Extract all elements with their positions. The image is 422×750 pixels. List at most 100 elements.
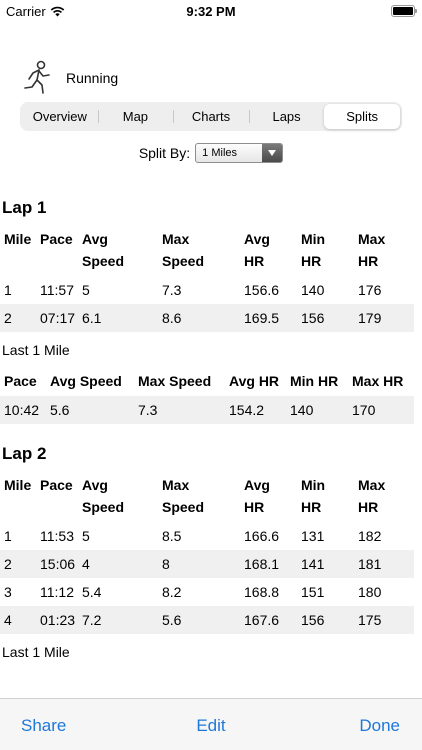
cell: 176 xyxy=(358,282,382,298)
cell: 4 xyxy=(0,606,36,634)
table-row: 4 01:23 7.2 5.6 167.6 156 175 xyxy=(0,606,414,634)
done-button[interactable]: Done xyxy=(359,716,400,736)
cell: 180 xyxy=(358,584,382,600)
cell: 179 xyxy=(354,304,414,332)
cell: 3 xyxy=(4,584,12,600)
cell: 2 xyxy=(0,550,36,578)
cell: 11:53 xyxy=(40,528,74,544)
table-row: 2 07:17 6.1 8.6 169.5 156 179 xyxy=(0,304,414,332)
tab-overview[interactable]: Overview xyxy=(22,104,98,129)
cell: 6.1 xyxy=(78,304,158,332)
cell: 156 xyxy=(297,304,354,332)
col-header-mile: Mile xyxy=(4,231,32,247)
table-header-row: Pace Avg Speed Max Speed Avg HR Min HR M… xyxy=(0,368,414,396)
cell: 181 xyxy=(354,550,414,578)
cell: 141 xyxy=(297,550,354,578)
cell: 8 xyxy=(158,550,240,578)
cell: 175 xyxy=(354,606,414,634)
cell: 167.6 xyxy=(240,606,297,634)
status-right xyxy=(391,5,417,17)
cell: 8.5 xyxy=(162,528,182,544)
table-row: 2 15:06 4 8 168.1 141 181 xyxy=(0,550,414,578)
cell: 131 xyxy=(301,528,325,544)
cell: 151 xyxy=(301,584,325,600)
table-header-row: Mile Pace Avg Speed Max Speed Avg HR Min HR … xyxy=(0,472,414,522)
last-mile-table: Pace Avg Speed Max Speed Avg HR Min HR M… xyxy=(0,368,414,424)
bottom-toolbar: Edit Share Done xyxy=(0,698,422,750)
col-header-max-speed: Max Speed xyxy=(162,231,205,269)
cell: 140 xyxy=(286,396,348,424)
tab-splits[interactable]: Splits xyxy=(324,104,400,129)
col-header-min-hr: Min HR xyxy=(290,373,339,389)
cell: 11:57 xyxy=(40,282,74,298)
activity-header: Running xyxy=(20,58,118,98)
col-header-max-hr: Max HR xyxy=(358,477,386,515)
cell: 168.1 xyxy=(240,550,297,578)
col-header-max-speed: Max Speed xyxy=(162,477,205,515)
cell: 1 xyxy=(4,282,12,298)
cell: 170 xyxy=(348,396,414,424)
splits-content[interactable]: Lap 1 Mile Pace Avg Speed Max Speed Avg HR … xyxy=(0,190,422,698)
col-header-avg-hr: Avg HR xyxy=(244,231,270,269)
cell: 5 xyxy=(82,528,90,544)
col-header-pace: Pace xyxy=(40,477,73,493)
table-row: 10:42 5.6 7.3 154.2 140 170 xyxy=(0,396,414,424)
lap-splits-table: Mile Pace Avg Speed Max Speed Avg HR Min HR … xyxy=(0,226,414,332)
col-header-max-hr: Max HR xyxy=(352,373,404,389)
cell: 1 xyxy=(4,528,12,544)
col-header-min-hr: Min HR xyxy=(301,231,326,269)
tab-laps[interactable]: Laps xyxy=(248,104,325,129)
view-tabs: Overview Map Charts Laps Splits xyxy=(20,102,402,131)
cell: 4 xyxy=(78,550,158,578)
col-header-avg-speed: Avg Speed xyxy=(50,373,122,389)
cell: 169.5 xyxy=(240,304,297,332)
col-header-pace: Pace xyxy=(40,231,73,247)
cell: 10:42 xyxy=(0,396,46,424)
cell: 156 xyxy=(297,606,354,634)
col-header-max-speed: Max Speed xyxy=(138,373,212,389)
cell: 8.2 xyxy=(162,584,182,600)
table-row: 3 11:12 5.4 8.2 168.8 151 180 xyxy=(0,578,414,606)
lap-splits-table: Mile Pace Avg Speed Max Speed Avg HR Min HR … xyxy=(0,472,414,634)
cell: 5.6 xyxy=(158,606,240,634)
last-mile-label: Last 1 Mile xyxy=(2,342,70,358)
cell: 154.2 xyxy=(225,396,286,424)
cell: 7.3 xyxy=(162,282,182,298)
cell: 2 xyxy=(0,304,36,332)
cell: 5 xyxy=(82,282,90,298)
lap-title: Lap 1 xyxy=(2,198,47,217)
cell: 182 xyxy=(358,528,382,544)
cell: 07:17 xyxy=(36,304,78,332)
cell: 5.6 xyxy=(46,396,134,424)
table-row: 1 11:53 5 8.5 166.6 131 182 xyxy=(0,522,414,550)
col-header-min-hr: Min HR xyxy=(301,477,326,515)
cell: 8.6 xyxy=(158,304,240,332)
share-button[interactable]: Share xyxy=(21,716,66,736)
cell: 5.4 xyxy=(82,584,102,600)
split-by-value: 1 Miles xyxy=(202,147,238,159)
cell: 168.8 xyxy=(244,584,280,600)
col-header-max-hr: Max HR xyxy=(358,231,386,269)
status-time: 9:32 PM xyxy=(186,4,236,19)
split-by-select[interactable]: 1 Miles xyxy=(195,143,284,163)
cell: 11:12 xyxy=(40,584,74,600)
lap-title: Lap 2 xyxy=(2,444,47,463)
col-header-avg-hr: Avg HR xyxy=(244,477,270,515)
battery-icon xyxy=(391,5,417,17)
col-header-avg-speed: Avg Speed xyxy=(82,231,125,269)
col-header-mile: Mile xyxy=(4,477,32,493)
split-by-row: Split By: 1 Miles xyxy=(0,142,422,164)
cell: 15:06 xyxy=(36,550,78,578)
dropdown-arrow-icon xyxy=(262,144,283,162)
last-mile-label: Last 1 Mile xyxy=(2,644,70,660)
tab-charts[interactable]: Charts xyxy=(173,104,249,129)
running-icon xyxy=(24,60,50,94)
tab-map[interactable]: Map xyxy=(97,104,174,129)
status-bar: Carrier 9:32 PM xyxy=(0,0,422,24)
cell: 156.6 xyxy=(244,282,280,298)
cell: 7.3 xyxy=(134,396,225,424)
col-header-avg-hr: Avg HR xyxy=(229,373,280,389)
table-row: 1 11:57 5 7.3 156.6 140 176 xyxy=(0,276,414,304)
cell: 01:23 xyxy=(36,606,78,634)
col-header-avg-speed: Avg Speed xyxy=(82,477,125,515)
